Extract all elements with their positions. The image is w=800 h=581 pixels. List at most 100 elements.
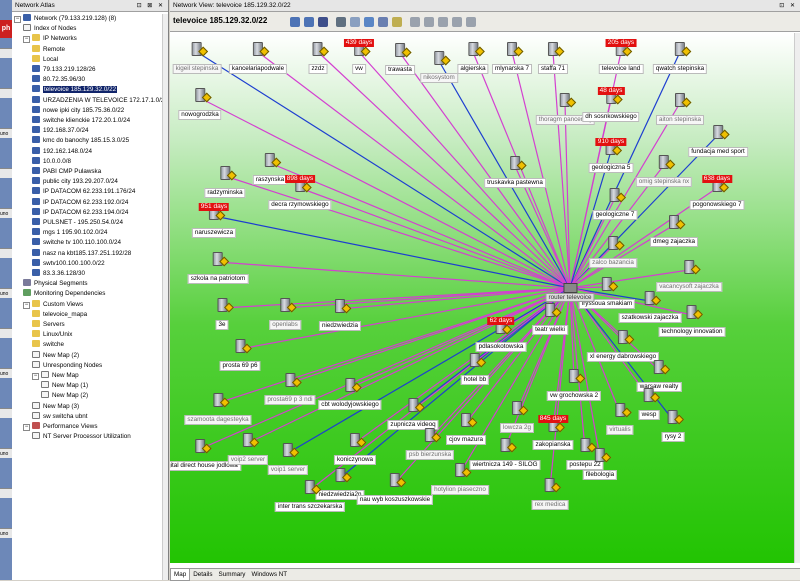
expander-icon[interactable]: − — [23, 301, 30, 309]
map-node[interactable]: kigeil stepinska — [172, 42, 222, 74]
map-node[interactable]: zupnicza videoq — [387, 398, 439, 430]
map-node[interactable]: inter trans szczekarska — [274, 480, 346, 512]
tree-item[interactable]: swtv100.100.100.0/22 — [32, 258, 105, 269]
tree-item[interactable]: Monitoring Dependencies — [23, 289, 105, 299]
map-node[interactable]: 898 days decra rzymowskiego — [268, 175, 332, 210]
tree-item[interactable]: New Map (2) — [41, 391, 88, 401]
back-icon[interactable] — [290, 17, 300, 27]
map-node[interactable]: vw grochowska 2 — [546, 369, 602, 401]
map-node[interactable]: niedzwiedzia — [318, 299, 362, 331]
tree-item[interactable]: URZADZENIA W TELEVOICE 172.17.1.0/24 — [32, 95, 162, 106]
hub-router[interactable]: router televoice — [545, 283, 595, 302]
tree-item[interactable]: switche klienckie 172.20.1.0/24 — [32, 116, 130, 126]
map-scrollbar[interactable] — [794, 33, 800, 563]
side-tab[interactable] — [0, 408, 12, 418]
side-tab[interactable] — [0, 48, 12, 58]
network-address[interactable]: televoice 185.129.32.0/22 — [173, 16, 267, 25]
side-tab[interactable] — [0, 168, 12, 178]
map-node[interactable]: nowogrodzka — [178, 88, 222, 120]
map-node[interactable]: vacancysoft zajaczka — [656, 260, 722, 292]
map-node[interactable]: technology innovation — [658, 305, 726, 337]
map-node[interactable]: geologiczne 7 — [592, 188, 638, 220]
expander-icon[interactable]: − — [14, 16, 21, 23]
tree-item[interactable]: Index of Nodes — [23, 24, 76, 34]
side-tab[interactable]: uno — [0, 128, 12, 138]
zoom-in-icon[interactable] — [410, 17, 420, 27]
map-node[interactable]: algierska — [457, 42, 489, 74]
tree-item[interactable]: New Map (1) — [41, 381, 88, 391]
map-node[interactable]: szkola na patriotom — [187, 252, 249, 284]
forward-icon[interactable] — [304, 17, 314, 27]
mapview-window-controls[interactable]: ⊡ ✕ — [779, 0, 797, 12]
tree-item[interactable]: Local — [32, 54, 58, 65]
side-tab[interactable] — [0, 88, 12, 98]
map-node[interactable]: psb bierzunska — [405, 428, 455, 460]
map-node[interactable]: zalco bazancia — [589, 236, 637, 268]
map-node[interactable]: hotel bb — [460, 353, 490, 385]
tree-item[interactable]: Linux/Unix — [32, 330, 72, 340]
map-node[interactable]: xl energy dabrowskiego — [586, 330, 660, 362]
tree-item[interactable]: PABI CMP Pulawska — [32, 167, 101, 177]
tree-item[interactable]: Servers — [32, 320, 65, 330]
map-node[interactable]: voip1 server — [267, 443, 309, 475]
refresh-icon[interactable] — [466, 17, 476, 27]
tree-item[interactable]: Physical Segments — [23, 279, 88, 289]
map-icon[interactable] — [350, 17, 360, 27]
map-node[interactable]: 205 days televoice land — [598, 39, 644, 74]
tree-item[interactable]: New Map (3) — [32, 401, 79, 412]
atlas-scrollbar[interactable] — [162, 14, 168, 580]
tree-item[interactable]: switche — [32, 340, 64, 350]
expander-icon[interactable]: − — [23, 36, 30, 44]
tree-item[interactable]: − New Map — [32, 371, 79, 381]
tree-item[interactable]: IP DATACOM 62.233.191.176/24 — [32, 187, 135, 197]
map-node[interactable]: 3e — [215, 298, 234, 330]
tree-item[interactable]: public city 193.29.207.0/24 — [32, 177, 118, 187]
tree-item[interactable]: 80.72.35.96/30 — [32, 75, 85, 85]
atlas-window-controls[interactable]: ⊡ ⊠ ✕ — [137, 0, 165, 12]
map-node[interactable]: qwatch stepinska — [652, 42, 708, 74]
map-node[interactable]: hotylion piaseczno — [431, 463, 489, 495]
tree-item[interactable]: New Map (2) — [32, 350, 79, 361]
expander-icon[interactable]: − — [32, 373, 39, 380]
map-node[interactable]: nikosystom — [420, 51, 458, 83]
tree-item[interactable]: Remote — [32, 44, 65, 55]
map-node[interactable]: prosta 69 p6 — [219, 339, 261, 371]
tree-item[interactable]: − Network (79.133.219.128) (8) — [14, 14, 116, 24]
tree-item[interactable]: − Performance Views — [23, 422, 97, 432]
map-node[interactable]: rex medica — [531, 478, 569, 510]
tree-item[interactable]: mgs 1 195.90.102.0/24 — [32, 228, 107, 238]
map-node[interactable]: openlabs — [269, 298, 301, 330]
map-node[interactable]: 951 days naruszewicza — [191, 203, 237, 238]
tree-item[interactable]: 192.168.37.0/24 — [32, 126, 89, 136]
map-node[interactable]: truskavka pastewna — [484, 156, 546, 188]
map-node[interactable]: 638 days pogonowskiego 7 — [689, 175, 745, 210]
tree-item[interactable]: IP DATACOM 62.233.192.0/24 — [32, 197, 128, 208]
map-node[interactable]: 910 days geologiczna 5 — [588, 138, 634, 173]
tab-windows-nt[interactable]: Windows NT — [248, 569, 290, 580]
map-node[interactable]: mlynarska 7 — [492, 42, 532, 74]
map-node[interactable]: prosta69 p 3 ndi — [264, 373, 316, 405]
tree-item[interactable]: IP DATACOM 62.233.194.0/24 — [32, 207, 128, 218]
side-tab[interactable]: uno — [0, 208, 12, 218]
tree-item[interactable]: switche tv 100.110.100.0/24 — [32, 238, 121, 248]
zoom-fit-icon[interactable] — [438, 17, 448, 27]
properties-icon[interactable] — [336, 17, 346, 27]
map-node[interactable]: cbt wolodyjowskiego — [318, 378, 382, 410]
map-node[interactable]: kancelariapodwale — [228, 42, 288, 74]
map-node[interactable]: lowcza 2g — [499, 401, 535, 433]
chart-icon[interactable] — [364, 17, 374, 27]
tree-item[interactable]: televoice 185.129.32.0/22 — [32, 85, 118, 95]
side-tab[interactable] — [0, 248, 12, 258]
tree-item[interactable]: 79.133.219.128/26 — [32, 65, 96, 75]
map-node[interactable]: aiton stepinska — [655, 93, 705, 125]
map-node[interactable]: radzyminska — [204, 166, 246, 198]
side-tab[interactable] — [0, 488, 12, 498]
expander-icon[interactable]: − — [23, 424, 30, 431]
map-node[interactable]: wesp — [638, 388, 661, 420]
map-node[interactable]: omig stepinska nx — [635, 155, 693, 187]
map-node[interactable]: rysy 2 — [661, 410, 685, 442]
map-node[interactable]: staffa 71 — [537, 42, 569, 74]
side-tab[interactable]: uno — [0, 288, 12, 298]
side-tab[interactable]: uno — [0, 528, 12, 538]
map-node[interactable]: 62 days pdlasokotowska — [475, 317, 527, 352]
